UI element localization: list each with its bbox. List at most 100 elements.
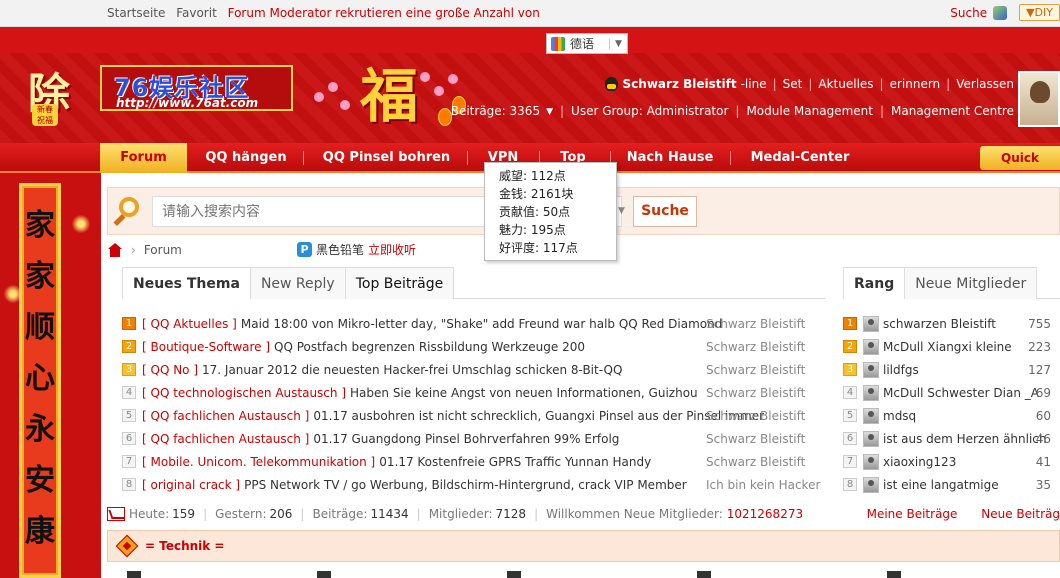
tooltip-contribution: 贡献值: 50点 <box>499 205 571 219</box>
feed-icon[interactable] <box>993 5 1008 20</box>
thread-list: 1 [ QQ Aktuelles ] Maid 18:00 von Mikro-… <box>122 312 822 496</box>
top-search-link[interactable]: Suche <box>950 6 987 20</box>
thread-title[interactable]: Haben Sie keine Angst von neuen Informat… <box>350 383 698 403</box>
member-avatar[interactable] <box>863 315 879 332</box>
settings-link[interactable]: Set <box>783 77 803 91</box>
thread-row: 7 [ Mobile. Unicom. Telekommunikation ] … <box>122 450 822 473</box>
thread-category[interactable]: [ Mobile. Unicom. Telekommunikation ] <box>142 452 375 472</box>
ranking-row: 1 schwarzen Bleistift 755 <box>843 312 1060 335</box>
member-name[interactable]: ist eine langatmige <box>883 475 999 495</box>
thread-author[interactable]: Schwarz Bleistift <box>706 383 805 403</box>
logout-link[interactable]: Verlassen <box>956 77 1014 91</box>
site-logo[interactable]: 76娱乐社区 http://www.76at.com <box>100 65 293 111</box>
ranking-list: 1 schwarzen Bleistift 755 2 McDull Xiang… <box>843 312 1060 496</box>
member-avatar[interactable] <box>863 407 879 424</box>
remind-link[interactable]: erinnern <box>890 77 941 91</box>
couplet-char: 心 <box>25 361 55 396</box>
thread-category[interactable]: [ original crack ] <box>142 475 240 495</box>
member-avatar[interactable] <box>863 338 879 355</box>
google-icon <box>551 36 565 51</box>
logo-seal: 新春 祝福 <box>32 104 58 126</box>
user-group-link[interactable]: User Group: Administrator <box>571 104 728 120</box>
tab-neue-mitglieder[interactable]: Neue Mitglieder <box>904 267 1038 299</box>
thread-category[interactable]: [ QQ No ] <box>142 360 198 380</box>
home-link[interactable]: Startseite <box>107 6 165 20</box>
chevron-down-icon[interactable]: ▼ <box>546 104 553 120</box>
tab-neues-thema[interactable]: Neues Thema <box>122 267 251 299</box>
tab-rang[interactable]: Rang <box>843 267 906 299</box>
newest-member-link[interactable]: 1021268273 <box>727 507 803 521</box>
member-name[interactable]: xiaoxing123 <box>883 452 956 472</box>
online-status[interactable]: -line <box>741 77 767 91</box>
search-button[interactable]: Suche <box>633 196 697 227</box>
thread-title[interactable]: 01.17 Guangdong Pinsel Bohrverfahren 99%… <box>313 429 619 449</box>
thread-category[interactable]: [ Boutique-Software ] <box>142 337 270 357</box>
member-avatar[interactable] <box>863 430 879 447</box>
member-name[interactable]: McDull Xiangxi kleine <box>883 337 1012 357</box>
fu-character: 福 <box>359 62 418 130</box>
nav-item-qq-haengen[interactable]: QQ hängen <box>193 143 299 173</box>
thread-category[interactable]: [ QQ technologischen Austausch ] <box>142 383 346 403</box>
breadcrumb-forum[interactable]: Forum <box>144 243 182 257</box>
thread-author[interactable]: Schwarz Bleistift <box>706 337 805 357</box>
member-name[interactable]: mdsq <box>883 406 916 426</box>
posts-count-dropdown[interactable]: Beiträge: 3365 <box>451 104 540 120</box>
rank-badge: 8 <box>122 478 136 491</box>
nav-item-nach-hause[interactable]: Nach Hause <box>618 143 722 173</box>
news-link[interactable]: Aktuelles <box>818 77 873 91</box>
promo-name[interactable]: 黑色铅笔 <box>316 241 364 258</box>
user-avatar[interactable] <box>1018 71 1060 127</box>
thread-author[interactable]: Schwarz Bleistift <box>706 360 805 380</box>
thread-category[interactable]: [ QQ Aktuelles ] <box>142 314 237 334</box>
section-title[interactable]: = Technik = <box>145 539 225 553</box>
chevron-down-icon[interactable]: ▼ <box>618 196 628 227</box>
thread-title[interactable]: 17. Januar 2012 die neuesten Hacker-frei… <box>202 360 622 380</box>
translate-language-select[interactable]: 德语 ▼ <box>546 33 628 54</box>
thread-category[interactable]: [ QQ fachlichen Austausch ] <box>142 406 309 426</box>
username-link[interactable]: Schwarz Bleistift <box>623 77 737 91</box>
member-avatar[interactable] <box>863 384 879 401</box>
nav-item-forum[interactable]: Forum <box>100 143 187 173</box>
member-name[interactable]: schwarzen Bleistift <box>883 314 996 334</box>
member-avatar[interactable] <box>863 361 879 378</box>
quick-button[interactable]: Quick <box>980 146 1060 170</box>
module-management-link[interactable]: Module Management <box>746 104 873 120</box>
member-post-count: 127 <box>1028 362 1051 377</box>
thread-title[interactable]: 01.17 ausbohren ist nicht schrecklich, G… <box>313 406 764 426</box>
thread-title[interactable]: Maid 18:00 von Mikro-letter day, "Shake"… <box>241 314 723 334</box>
home-icon[interactable] <box>107 243 123 257</box>
member-name[interactable]: lildfgs <box>883 360 919 380</box>
thread-author[interactable]: Schwarz Bleistift <box>706 452 805 472</box>
member-avatar[interactable] <box>863 476 879 493</box>
member-avatar[interactable] <box>863 453 879 470</box>
member-name[interactable]: ist aus dem Herzen ähnlich <box>883 429 1047 449</box>
member-post-count: 35 <box>1035 477 1051 492</box>
rank-badge: 8 <box>843 478 857 491</box>
thread-title[interactable]: PPS Network TV / go Werbung, Bildschirm-… <box>244 475 687 495</box>
member-name[interactable]: McDull Schwester Dian _A <box>883 383 1039 403</box>
thread-row: 8 [ original crack ] PPS Network TV / go… <box>122 473 822 496</box>
diy-button[interactable]: ▼DIY <box>1019 4 1060 21</box>
management-centre-link[interactable]: Management Centre <box>891 104 1014 120</box>
announcement-marquee[interactable]: Forum Moderator rekrutieren eine große A… <box>228 6 540 20</box>
tab-top-beitraege[interactable]: Top Beiträge <box>344 267 455 299</box>
chevron-down-icon[interactable]: ▼ <box>609 38 627 49</box>
thread-title[interactable]: 01.17 Kostenfreie GPRS Traffic Yunnan Ha… <box>379 452 651 472</box>
favorite-link[interactable]: Favorit <box>176 6 217 20</box>
thread-category[interactable]: [ QQ fachlichen Austausch ] <box>142 429 309 449</box>
follow-link[interactable]: 立即收听 <box>368 241 416 258</box>
ranking-tabs: Rang Neue Mitglieder <box>843 267 1060 299</box>
new-posts-link[interactable]: Neue Beiträg <box>981 507 1060 521</box>
tab-new-reply[interactable]: New Reply <box>249 267 346 299</box>
thread-title[interactable]: QQ Postfach begrenzen Rissbildung Werkze… <box>274 337 585 357</box>
top-bar: Startseite Favorit Forum Moderator rekru… <box>0 0 1060 27</box>
my-posts-link[interactable]: Meine Beiträge <box>867 507 958 521</box>
thread-author[interactable]: Ich bin kein Hacker <box>706 475 820 495</box>
nav-item-qq-pinsel-bohren[interactable]: QQ Pinsel bohren <box>313 143 460 173</box>
thread-author[interactable]: Schwarz Bleistift <box>706 314 805 334</box>
nav-item-medal-center[interactable]: Medal-Center <box>740 143 860 173</box>
section-header-technik[interactable]: = Technik = <box>107 530 1060 562</box>
thread-author[interactable]: Schwarz Bleistift <box>706 406 805 426</box>
rank-badge: 1 <box>843 317 857 330</box>
thread-author[interactable]: Schwarz Bleistift <box>706 429 805 449</box>
